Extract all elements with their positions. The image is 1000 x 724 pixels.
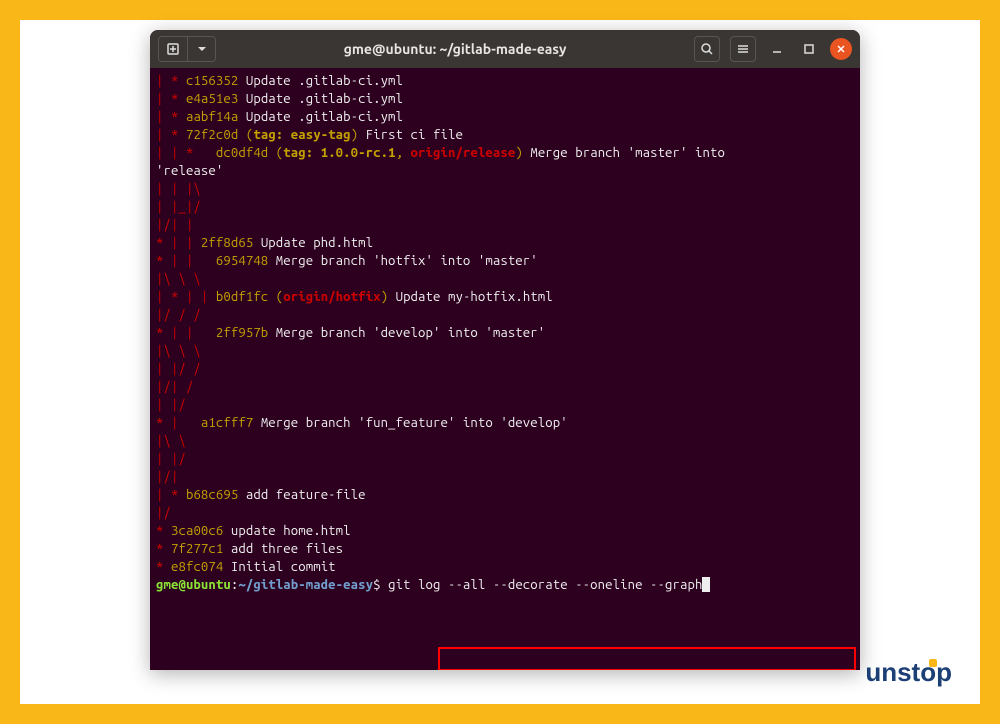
tab-dropdown-button[interactable] — [187, 37, 215, 61]
remote-ref: origin/hotfix — [283, 290, 380, 304]
commit-hash: c156352 — [186, 74, 238, 88]
commit-hash: a1cfff7 — [201, 416, 253, 430]
graph-line: * | — [156, 416, 201, 430]
graph-line: | | * — [156, 146, 216, 160]
titlebar: gme@ubuntu: ~/gitlab-made-easy — [150, 30, 860, 68]
new-tab-button[interactable] — [159, 37, 187, 61]
logo-accent-icon — [929, 659, 937, 667]
graph-line: | |_|/ — [156, 200, 216, 214]
search-button[interactable] — [694, 36, 720, 62]
graph-line: | * | | — [156, 290, 216, 304]
commit-hash: 6954748 — [216, 254, 268, 268]
commit-hash: 7f277c1 — [171, 542, 223, 556]
graph-line: |/| | — [156, 218, 216, 232]
commit-message: add feature-file — [238, 488, 365, 502]
commit-message: First ci file — [358, 128, 463, 142]
commit-message: Update .gitlab-ci.yml — [238, 74, 403, 88]
graph-line: | |/ — [156, 452, 201, 466]
command-input[interactable]: git log --all --decorate --oneline --gra… — [381, 578, 703, 592]
terminal-window: gme@ubuntu: ~/gitlab-made-easy — [150, 30, 860, 670]
commit-message: Merge branch 'master' into — [523, 146, 733, 160]
paren: ( — [238, 128, 253, 142]
paren: ( — [268, 290, 283, 304]
graph-line: * | | — [156, 326, 216, 340]
hamburger-menu-button[interactable] — [730, 36, 756, 62]
graph-line: * — [156, 560, 171, 574]
graph-line: * | | — [156, 254, 216, 268]
tag-label: tag: 1.0.0-rc.1 — [283, 146, 395, 160]
commit-message: update home.html — [223, 524, 350, 538]
highlight-annotation — [438, 647, 856, 670]
commit-message: Update .gitlab-ci.yml — [238, 92, 403, 106]
maximize-button[interactable] — [798, 38, 820, 60]
graph-line: * | | — [156, 236, 201, 250]
graph-line: | * — [156, 92, 186, 106]
graph-line: |/ — [156, 506, 186, 520]
graph-line: * — [156, 524, 171, 538]
cursor-icon — [702, 577, 710, 592]
commit-hash: 3ca00c6 — [171, 524, 223, 538]
commit-hash: e4a51e3 — [186, 92, 238, 106]
graph-line: |\ \ \ — [156, 344, 216, 358]
comma: , — [396, 146, 411, 160]
prompt-user-host: gme@ubuntu — [156, 578, 231, 592]
commit-message: Update .gitlab-ci.yml — [238, 110, 403, 124]
graph-line: | * — [156, 74, 186, 88]
commit-hash: dc0df4d — [216, 146, 268, 160]
close-button[interactable] — [830, 38, 852, 60]
commit-hash: aabf14a — [186, 110, 238, 124]
graph-line: |/| — [156, 470, 201, 484]
graph-line: | * — [156, 128, 186, 142]
commit-message: Merge branch 'fun_feature' into 'develop… — [253, 416, 567, 430]
terminal-output[interactable]: | * c156352 Update .gitlab-ci.yml | * e4… — [150, 68, 860, 598]
commit-hash: b0df1fc — [216, 290, 268, 304]
prompt-path: ~/gitlab-made-easy — [238, 578, 373, 592]
commit-message-wrap: 'release' — [156, 164, 223, 178]
prompt-dollar: $ — [373, 578, 381, 592]
commit-message: Merge branch 'develop' into 'master' — [268, 326, 545, 340]
commit-hash: 2ff8d65 — [201, 236, 253, 250]
commit-message: add three files — [223, 542, 343, 556]
commit-message: Update my-hotfix.html — [388, 290, 553, 304]
remote-ref: origin/release — [411, 146, 516, 160]
graph-line: |/ / / — [156, 308, 216, 322]
paren: ) — [381, 290, 389, 304]
paren: ( — [268, 146, 283, 160]
graph-line: | |/ / — [156, 362, 216, 376]
minimize-button[interactable] — [766, 38, 788, 60]
graph-line: | * — [156, 488, 186, 502]
graph-line: | |/ — [156, 398, 216, 412]
unstop-logo: unstop — [865, 657, 952, 688]
commit-hash: 2ff957b — [216, 326, 268, 340]
graph-line: | | |\ — [156, 182, 216, 196]
graph-line: |/| / — [156, 380, 216, 394]
commit-hash: b68c695 — [186, 488, 238, 502]
graph-line: * — [156, 542, 171, 556]
commit-message: Update phd.html — [253, 236, 373, 250]
graph-line: |\ \ \ — [156, 272, 216, 286]
commit-message: Initial commit — [223, 560, 335, 574]
graph-line: |\ \ — [156, 434, 201, 448]
commit-hash: e8fc074 — [171, 560, 223, 574]
tag-label: tag: easy-tag — [253, 128, 350, 142]
commit-hash: 72f2c0d — [186, 128, 238, 142]
window-title: gme@ubuntu: ~/gitlab-made-easy — [224, 41, 686, 57]
paren: ) — [515, 146, 523, 160]
commit-message: Merge branch 'hotfix' into 'master' — [268, 254, 537, 268]
graph-line: | * — [156, 110, 186, 124]
